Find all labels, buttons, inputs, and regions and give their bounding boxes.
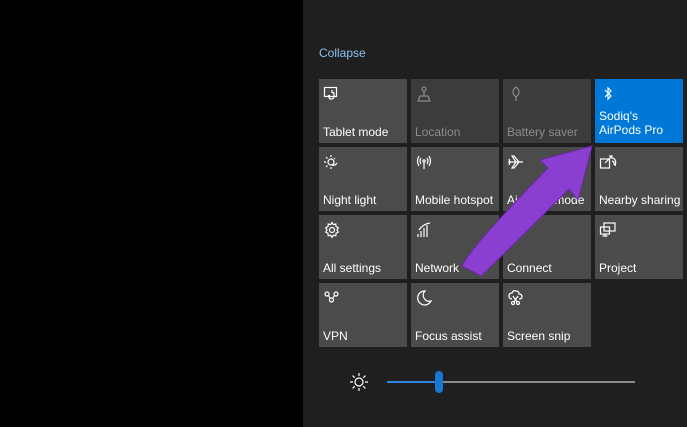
tile-label: Tablet mode <box>323 125 389 139</box>
tile-label: Night light <box>323 193 377 207</box>
bluetooth-icon <box>599 85 617 103</box>
tile-airplane-mode[interactable]: Airplane mode <box>503 147 591 211</box>
sun-icon <box>349 372 369 392</box>
night-light-icon <box>323 153 341 171</box>
brightness-track-fill <box>387 381 440 383</box>
network-icon <box>415 221 433 239</box>
tile-label: Airplane mode <box>507 193 585 207</box>
tile-label: Network <box>415 261 460 275</box>
battery-saver-icon <box>507 85 525 103</box>
tile-focus-assist[interactable]: Focus assist <box>411 283 499 347</box>
tile-tablet-mode[interactable]: Tablet mode <box>319 79 407 143</box>
tile-nearby-sharing[interactable]: Nearby sharing <box>595 147 683 211</box>
tile-mobile-hotspot[interactable]: Mobile hotspot <box>411 147 499 211</box>
screen-snip-icon <box>507 289 525 307</box>
mobile-hotspot-icon <box>415 153 433 171</box>
tile-connect[interactable]: Connect <box>503 215 591 279</box>
airplane-icon <box>507 153 525 171</box>
tile-label: Battery saver <box>507 125 578 139</box>
tile-battery-saver[interactable]: Battery saver <box>503 79 591 143</box>
nearby-sharing-icon <box>599 153 617 171</box>
screenshot-frame: Collapse Tablet mode Location Battery sa… <box>0 0 687 427</box>
project-icon <box>599 221 617 239</box>
moon-icon <box>415 289 433 307</box>
action-center-panel: Collapse Tablet mode Location Battery sa… <box>303 0 687 427</box>
tile-project[interactable]: Project <box>595 215 683 279</box>
brightness-track[interactable] <box>387 381 635 383</box>
tile-network[interactable]: Network <box>411 215 499 279</box>
connect-icon <box>507 221 525 239</box>
tile-bluetooth-device[interactable]: Sodiq's AirPods Pro <box>595 79 683 143</box>
tile-label: Nearby sharing <box>599 193 681 207</box>
tile-night-light[interactable]: Night light <box>319 147 407 211</box>
brightness-thumb[interactable] <box>435 371 444 393</box>
tile-label: Project <box>599 261 637 275</box>
tile-label: VPN <box>323 329 348 343</box>
vpn-icon <box>323 289 341 307</box>
tablet-mode-icon <box>323 85 341 103</box>
desktop-background <box>0 0 303 427</box>
tile-label: Location <box>415 125 461 139</box>
tile-label: All settings <box>323 261 382 275</box>
tile-label: Screen snip <box>507 329 571 343</box>
tile-label: Sodiq's AirPods Pro <box>599 109 664 137</box>
tile-label: Connect <box>507 261 552 275</box>
settings-gear-icon <box>323 221 341 239</box>
tile-screen-snip[interactable]: Screen snip <box>503 283 591 347</box>
tile-all-settings[interactable]: All settings <box>319 215 407 279</box>
tile-vpn[interactable]: VPN <box>319 283 407 347</box>
location-icon <box>415 85 433 103</box>
tile-label: Focus assist <box>415 329 482 343</box>
tile-location[interactable]: Location <box>411 79 499 143</box>
collapse-link[interactable]: Collapse <box>319 46 366 60</box>
tile-label: Mobile hotspot <box>415 193 494 207</box>
brightness-slider[interactable] <box>349 370 641 394</box>
